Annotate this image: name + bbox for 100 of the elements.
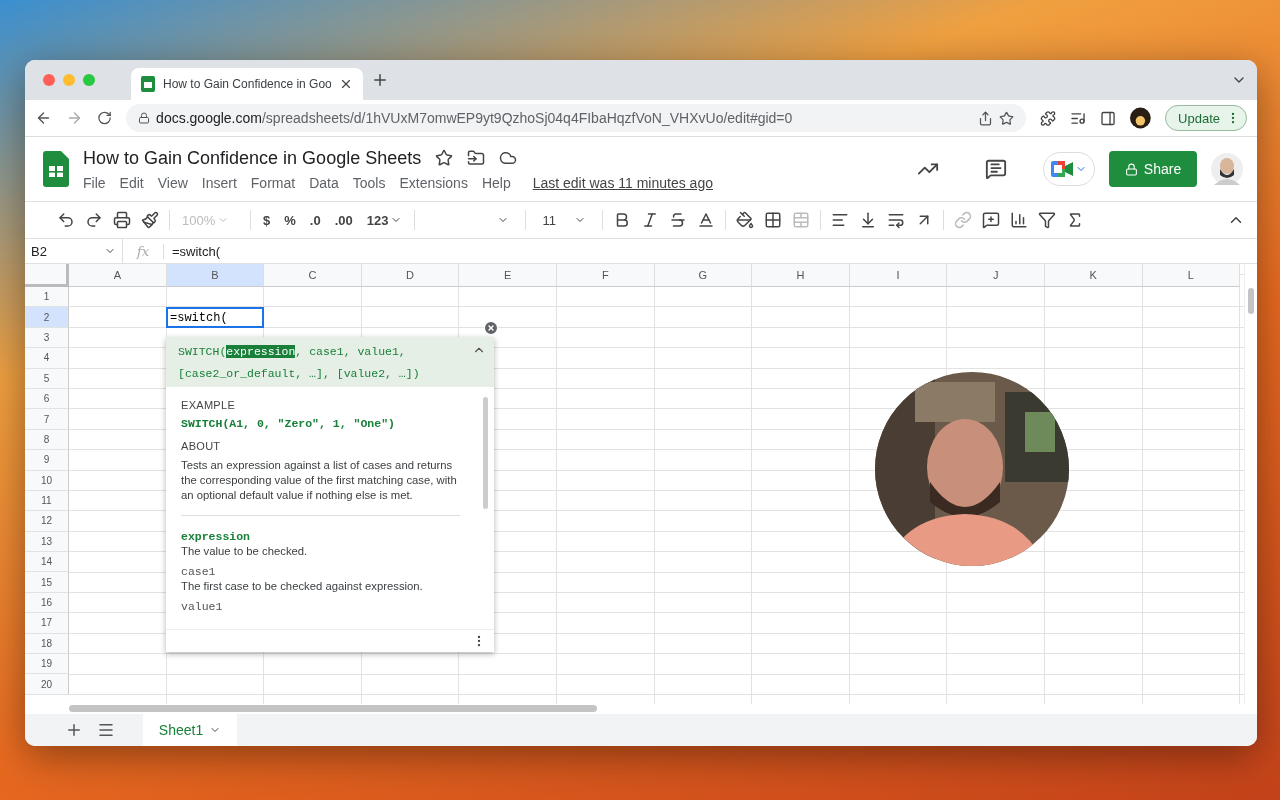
menu-icon[interactable] [97,721,115,739]
star-icon[interactable] [999,110,1015,126]
number-format-select[interactable]: 123 [364,212,405,228]
row-header[interactable]: 2 [25,307,69,328]
row-header[interactable]: 11 [25,490,69,512]
row-header[interactable]: 16 [25,592,69,614]
reload-icon[interactable] [97,110,113,126]
close-button[interactable] [483,320,499,336]
fill-color-icon[interactable] [736,211,755,229]
column-header[interactable]: D [361,264,460,287]
decrease-decimal-button[interactable]: .0 [307,212,323,228]
menu-item[interactable]: Data [309,174,339,191]
about-text: Tests an expression against a list of cases and returns the corresponding value of the first matching case, with an optional default value if nothing else is met. [181,458,458,503]
formula-input[interactable]: =switch( [164,239,1257,263]
lock-icon [138,112,151,124]
cell-editor[interactable]: =switch( [166,307,264,328]
new-tab-icon[interactable] [371,71,389,89]
borders-icon[interactable] [764,211,783,229]
row-header[interactable]: 10 [25,470,69,491]
filter-icon[interactable] [1038,211,1057,229]
font-size-select[interactable]: 11 [536,211,593,229]
puzzle-icon[interactable] [1040,109,1057,127]
column-header[interactable]: H [752,264,850,287]
wrap-text-icon[interactable] [887,211,906,229]
share-button[interactable]: Share [1109,151,1197,187]
scrollbar[interactable] [1244,264,1257,704]
row-header[interactable]: 15 [25,572,69,593]
video-camera-icon [1051,161,1073,177]
row-header[interactable]: 5 [25,368,69,389]
row-header[interactable]: 7 [25,409,69,430]
redo-icon[interactable] [85,211,103,229]
text-color-icon[interactable] [697,211,716,229]
menu-item[interactable]: Tools [352,174,386,191]
menu-item[interactable]: Extensions [399,174,468,191]
add-comment-icon[interactable] [982,211,1001,229]
row-header[interactable]: 18 [25,633,69,655]
sheets-logo[interactable] [43,151,69,187]
row-header[interactable]: 20 [25,674,69,695]
scrollbar-thumb[interactable] [69,705,597,712]
name-box[interactable]: B2 [25,239,123,263]
star-icon[interactable] [435,149,454,167]
row-header[interactable]: 13 [25,531,69,553]
meet-button[interactable] [1043,152,1095,186]
row-header[interactable]: 4 [25,348,69,369]
move-folder-icon[interactable] [467,149,486,167]
row-header[interactable]: 14 [25,552,69,573]
column-header[interactable]: A [69,264,167,287]
column-header[interactable]: F [556,264,655,287]
share-icon[interactable] [978,110,994,126]
scrollbar-thumb[interactable] [483,397,488,509]
paint-format-icon[interactable] [141,211,159,229]
menu-item[interactable]: Format [250,174,296,191]
document-title[interactable]: How to Gain Confidence in Google Sheets [83,147,422,169]
browser-tab[interactable]: How to Gain Confidence in Goo [131,68,363,100]
currency-button[interactable]: $ [261,212,273,228]
column-header[interactable]: G [654,264,753,287]
menu-item[interactable]: File [83,174,106,191]
row-header[interactable]: 8 [25,429,69,451]
side-panel-icon[interactable] [1100,109,1117,127]
row-header[interactable]: 1 [25,287,69,308]
row-header[interactable]: 3 [25,327,69,349]
sheet-tab[interactable]: Sheet1 [143,714,237,746]
last-edit-link[interactable]: Last edit was 11 minutes ago [532,174,713,191]
column-header[interactable]: J [947,264,1045,287]
strikethrough-icon[interactable] [669,211,688,229]
row-header[interactable]: 12 [25,511,69,532]
increase-decimal-button[interactable]: .00 [332,212,355,228]
align-left-icon[interactable] [831,211,850,229]
row-header[interactable]: 17 [25,613,69,634]
add-sheet-icon[interactable] [65,721,83,739]
parameter-name: value1 [181,600,224,613]
percent-button[interactable]: % [282,212,298,228]
column-header[interactable]: C [264,264,362,287]
chart-icon[interactable] [1010,211,1029,229]
user-avatar[interactable] [1211,153,1243,185]
column-header[interactable]: E [459,264,557,287]
menu-item[interactable]: View [157,174,188,191]
row-header[interactable]: 9 [25,450,69,471]
undo-icon[interactable] [57,211,75,229]
column-header[interactable]: K [1044,264,1143,287]
column-header[interactable]: L [1142,264,1241,287]
parameter-name: case1 [181,565,217,578]
back-icon[interactable] [35,109,52,127]
profile-avatar[interactable] [1130,107,1152,129]
menu-item[interactable]: Insert [201,174,237,191]
address-bar[interactable]: docs.google.com/spreadsheets/d/1hVUxM7omwEP9yt9QzhoSj04q4FIbaHqzfVoN_VHXvUo/edit#gid=0 [126,104,1027,132]
row-header[interactable]: 19 [25,654,69,675]
scrollbar-thumb[interactable] [1248,288,1254,314]
column-header[interactable]: I [849,264,948,287]
update-button[interactable]: Update [1165,105,1247,131]
menu-item[interactable]: Help [481,174,511,191]
scrollbar[interactable] [25,704,1257,714]
comment-icon[interactable] [985,158,1007,180]
merge-cells-icon[interactable] [792,211,811,229]
close-icon[interactable] [339,77,353,91]
cloud-icon[interactable] [499,149,518,167]
column-header[interactable]: B [166,264,265,287]
print-icon[interactable] [113,211,131,229]
menu-item[interactable]: Edit [119,174,144,191]
row-header[interactable]: 6 [25,388,69,410]
